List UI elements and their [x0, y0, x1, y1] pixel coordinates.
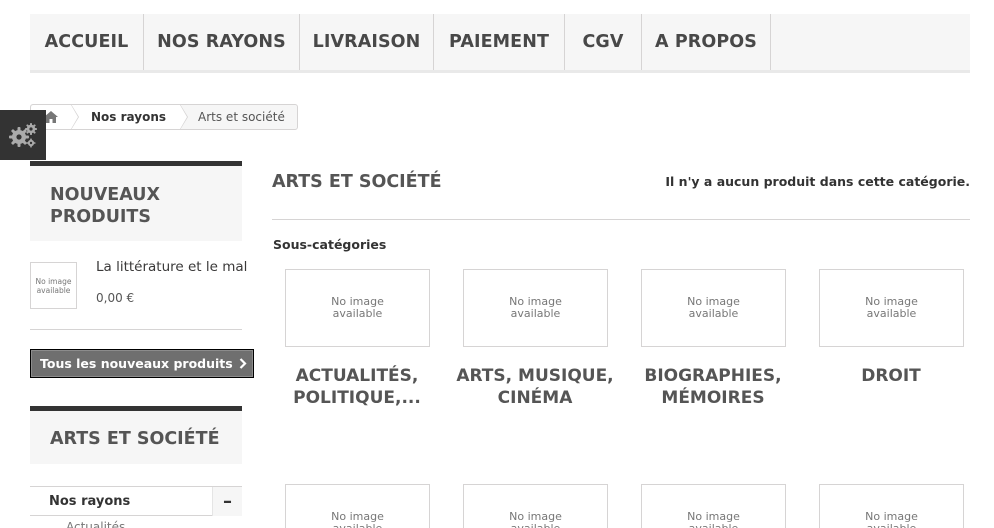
- subcategory-name[interactable]: DROIT: [806, 365, 976, 387]
- subcategories-heading: Sous-catégories: [273, 237, 387, 252]
- menu-item-paiement[interactable]: PAIEMENT: [434, 14, 565, 70]
- menu-item-a-propos[interactable]: A PROPOS: [642, 14, 771, 70]
- menu-item-accueil[interactable]: ACCUEIL: [30, 14, 144, 70]
- product-count-message: Il n'y a aucun produit dans cette catégo…: [665, 174, 970, 189]
- chevron-right-icon: [239, 358, 247, 369]
- breadcrumb: Nos rayons Arts et société: [30, 104, 298, 130]
- no-image-text: No image available: [35, 276, 72, 295]
- divider: [272, 219, 970, 220]
- settings-toggle[interactable]: [0, 110, 46, 160]
- all-new-products-label: Tous les nouveaux produits: [40, 356, 233, 371]
- subcategory-image[interactable]: No image available: [285, 269, 430, 347]
- collapse-toggle[interactable]: –: [212, 486, 242, 516]
- no-image-text: No image available: [865, 295, 918, 320]
- breadcrumb-current: Arts et société: [198, 110, 285, 124]
- new-product-name[interactable]: La littérature et le mal: [96, 259, 247, 275]
- all-new-products-button[interactable]: Tous les nouveaux produits: [30, 349, 254, 378]
- subcategory-image[interactable]: No image available: [819, 269, 964, 347]
- subcategory-name[interactable]: BIOGRAPHIES, MÉMOIRES: [628, 365, 798, 409]
- category-tree-root: Nos rayons –: [30, 486, 242, 516]
- new-product-image[interactable]: No image available: [30, 262, 77, 309]
- subcategory-image[interactable]: No image available: [641, 484, 786, 528]
- page-title: ARTS ET SOCIÉTÉ: [272, 172, 442, 192]
- no-image-text: No image available: [331, 510, 384, 528]
- home-icon: [44, 111, 58, 123]
- no-image-text: No image available: [865, 510, 918, 528]
- subcategory-image[interactable]: No image available: [819, 484, 964, 528]
- gears-icon: [9, 123, 37, 148]
- breadcrumb-link-nos-rayons[interactable]: Nos rayons: [71, 104, 189, 130]
- main-menu: ACCUEIL NOS RAYONS LIVRAISON PAIEMENT CG…: [30, 14, 970, 73]
- category-tree-subitem[interactable]: Actualités...: [66, 520, 137, 528]
- subcategory-image[interactable]: No image available: [463, 484, 608, 528]
- category-block-title: ARTS ET SOCIÉTÉ: [30, 406, 242, 464]
- subcategory-image[interactable]: No image available: [285, 484, 430, 528]
- subcategory-image[interactable]: No image available: [641, 269, 786, 347]
- subcategory-name[interactable]: ACTUALITÉS, POLITIQUE,...: [272, 365, 442, 409]
- no-image-text: No image available: [331, 295, 384, 320]
- new-product-price: 0,00 €: [96, 291, 135, 305]
- no-image-text: No image available: [687, 510, 740, 528]
- menu-item-cgv[interactable]: CGV: [565, 14, 642, 70]
- menu-item-livraison[interactable]: LIVRAISON: [300, 14, 434, 70]
- subcategory-image[interactable]: No image available: [463, 269, 608, 347]
- new-products-title[interactable]: NOUVEAUX PRODUITS: [30, 161, 242, 241]
- menu-item-nos-rayons[interactable]: NOS RAYONS: [144, 14, 300, 70]
- category-tree-label[interactable]: Nos rayons: [30, 494, 130, 509]
- no-image-text: No image available: [509, 510, 562, 528]
- divider: [30, 329, 242, 330]
- subcategory-name[interactable]: ARTS, MUSIQUE, CINÉMA: [450, 365, 620, 409]
- no-image-text: No image available: [687, 295, 740, 320]
- no-image-text: No image available: [509, 295, 562, 320]
